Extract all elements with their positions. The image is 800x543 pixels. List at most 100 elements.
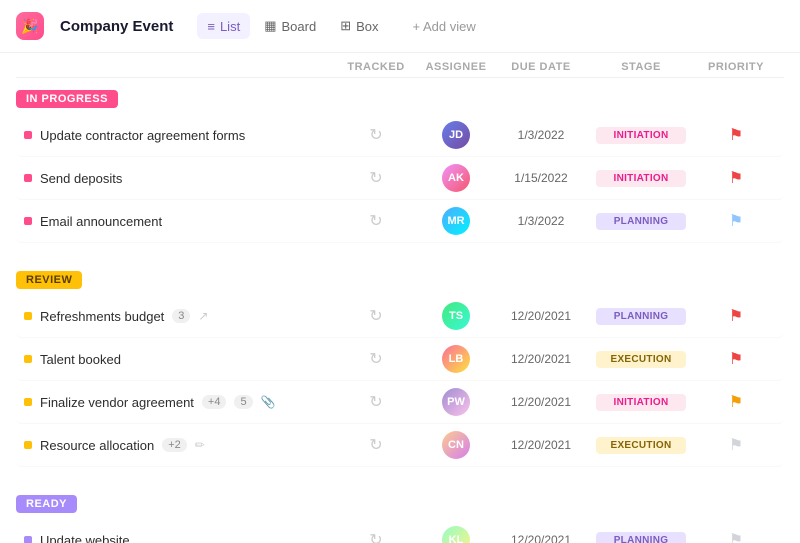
assignee-cell: LB: [416, 345, 496, 373]
refresh-icon: [369, 306, 382, 326]
app-icon: 🎉: [16, 12, 44, 40]
priority-cell: ⚑: [696, 168, 776, 188]
assignee-cell: MR: [416, 207, 496, 235]
table-row[interactable]: Update website KL 12/20/2021 PLANNING ⚑: [16, 519, 784, 543]
task-name: Talent booked: [24, 352, 336, 367]
status-dot: [24, 131, 32, 139]
refresh-icon: [369, 168, 382, 188]
due-date-cell: 12/20/2021: [496, 438, 586, 452]
stage-badge: INITIATION: [596, 394, 686, 411]
avatar: CN: [442, 431, 470, 459]
due-date-cell: 12/20/2021: [496, 352, 586, 366]
avatar: KL: [442, 526, 470, 543]
stage-badge: PLANNING: [596, 213, 686, 230]
project-title: Company Event: [60, 18, 173, 35]
table-row[interactable]: Send deposits AK 1/15/2022 INITIATION ⚑: [16, 157, 784, 200]
task-name: Update website: [24, 533, 336, 543]
tracked-cell: [336, 392, 416, 412]
priority-cell: ⚑: [696, 211, 776, 231]
assignee-cell: JD: [416, 121, 496, 149]
header: 🎉 Company Event ≡ List ▦ Board ⊞ Box + A…: [0, 0, 800, 53]
tab-list[interactable]: ≡ List: [197, 13, 250, 39]
tracked-cell: [336, 168, 416, 188]
app-container: 🎉 Company Event ≡ List ▦ Board ⊞ Box + A…: [0, 0, 800, 543]
avatar: LB: [442, 345, 470, 373]
assignee-cell: TS: [416, 302, 496, 330]
task-name: Finalize vendor agreement +4 5 📎: [24, 395, 336, 410]
status-dot: [24, 174, 32, 182]
box-icon: ⊞: [340, 18, 351, 34]
table-row[interactable]: Email announcement MR 1/3/2022 PLANNING …: [16, 200, 784, 243]
due-date-cell: 1/15/2022: [496, 171, 586, 185]
avatar: TS: [442, 302, 470, 330]
avatar: AK: [442, 164, 470, 192]
stage-badge: INITIATION: [596, 170, 686, 187]
tab-box[interactable]: ⊞ Box: [330, 13, 388, 39]
section-badge-ready: READY: [16, 495, 77, 513]
tab-board[interactable]: ▦ Board: [254, 13, 326, 39]
section-badge-review: REVIEW: [16, 271, 82, 289]
task-name: Refreshments budget 3 ↗: [24, 309, 336, 324]
board-icon: ▦: [264, 18, 276, 34]
refresh-icon: [369, 530, 382, 543]
stage-badge: EXECUTION: [596, 437, 686, 454]
section-review: REVIEW Refreshments budget 3 ↗ TS 12/20/…: [16, 263, 784, 467]
priority-cell: ⚑: [696, 435, 776, 455]
status-dot: [24, 217, 32, 225]
table-header: TRACKED ASSIGNEE DUE DATE STAGE PRIORITY: [16, 53, 784, 78]
refresh-icon: [369, 125, 382, 145]
tag-count: 3: [172, 309, 190, 323]
refresh-icon: [369, 435, 382, 455]
assignee-cell: KL: [416, 526, 496, 543]
table-row[interactable]: Talent booked LB 12/20/2021 EXECUTION ⚑: [16, 338, 784, 381]
stage-badge: PLANNING: [596, 308, 686, 325]
stage-badge: PLANNING: [596, 532, 686, 543]
status-dot: [24, 536, 32, 543]
status-dot: [24, 355, 32, 363]
due-date-cell: 1/3/2022: [496, 214, 586, 228]
table-row[interactable]: Resource allocation +2 ✏ CN 12/20/2021 E…: [16, 424, 784, 467]
avatar: MR: [442, 207, 470, 235]
refresh-icon: [369, 349, 382, 369]
add-view-button[interactable]: + Add view: [405, 14, 484, 39]
priority-cell: ⚑: [696, 392, 776, 412]
priority-cell: ⚑: [696, 306, 776, 326]
table-row[interactable]: Refreshments budget 3 ↗ TS 12/20/2021 PL…: [16, 295, 784, 338]
stage-badge: INITIATION: [596, 127, 686, 144]
stage-cell: EXECUTION: [586, 437, 696, 454]
tracked-cell: [336, 530, 416, 543]
priority-cell: ⚑: [696, 530, 776, 543]
stage-cell: INITIATION: [586, 394, 696, 411]
due-date-cell: 12/20/2021: [496, 309, 586, 323]
task-name: Update contractor agreement forms: [24, 128, 336, 143]
assignee-cell: CN: [416, 431, 496, 459]
stage-cell: EXECUTION: [586, 351, 696, 368]
tracked-cell: [336, 435, 416, 455]
status-dot: [24, 398, 32, 406]
tag-count: +4: [202, 395, 227, 409]
tracked-cell: [336, 125, 416, 145]
table-row[interactable]: Finalize vendor agreement +4 5 📎 PW 12/2…: [16, 381, 784, 424]
priority-cell: ⚑: [696, 349, 776, 369]
stage-cell: PLANNING: [586, 308, 696, 325]
stage-cell: INITIATION: [586, 170, 696, 187]
tag-count: +2: [162, 438, 187, 452]
avatar: PW: [442, 388, 470, 416]
tag-count-2: 5: [234, 395, 252, 409]
stage-cell: PLANNING: [586, 532, 696, 543]
tracked-cell: [336, 306, 416, 326]
priority-cell: ⚑: [696, 125, 776, 145]
due-date-cell: 12/20/2021: [496, 533, 586, 543]
avatar: JD: [442, 121, 470, 149]
list-icon: ≡: [207, 19, 215, 34]
task-name: Resource allocation +2 ✏: [24, 438, 336, 453]
status-dot: [24, 312, 32, 320]
due-date-cell: 1/3/2022: [496, 128, 586, 142]
table-row[interactable]: Update contractor agreement forms JD 1/3…: [16, 114, 784, 157]
edit-icon: ✏: [195, 438, 205, 452]
task-name: Send deposits: [24, 171, 336, 186]
stage-cell: INITIATION: [586, 127, 696, 144]
main-content: TRACKED ASSIGNEE DUE DATE STAGE PRIORITY…: [0, 53, 800, 543]
attachment-icon: 📎: [261, 395, 276, 409]
section-ready: READY Update website KL 12/20/2021 PLANN…: [16, 487, 784, 543]
